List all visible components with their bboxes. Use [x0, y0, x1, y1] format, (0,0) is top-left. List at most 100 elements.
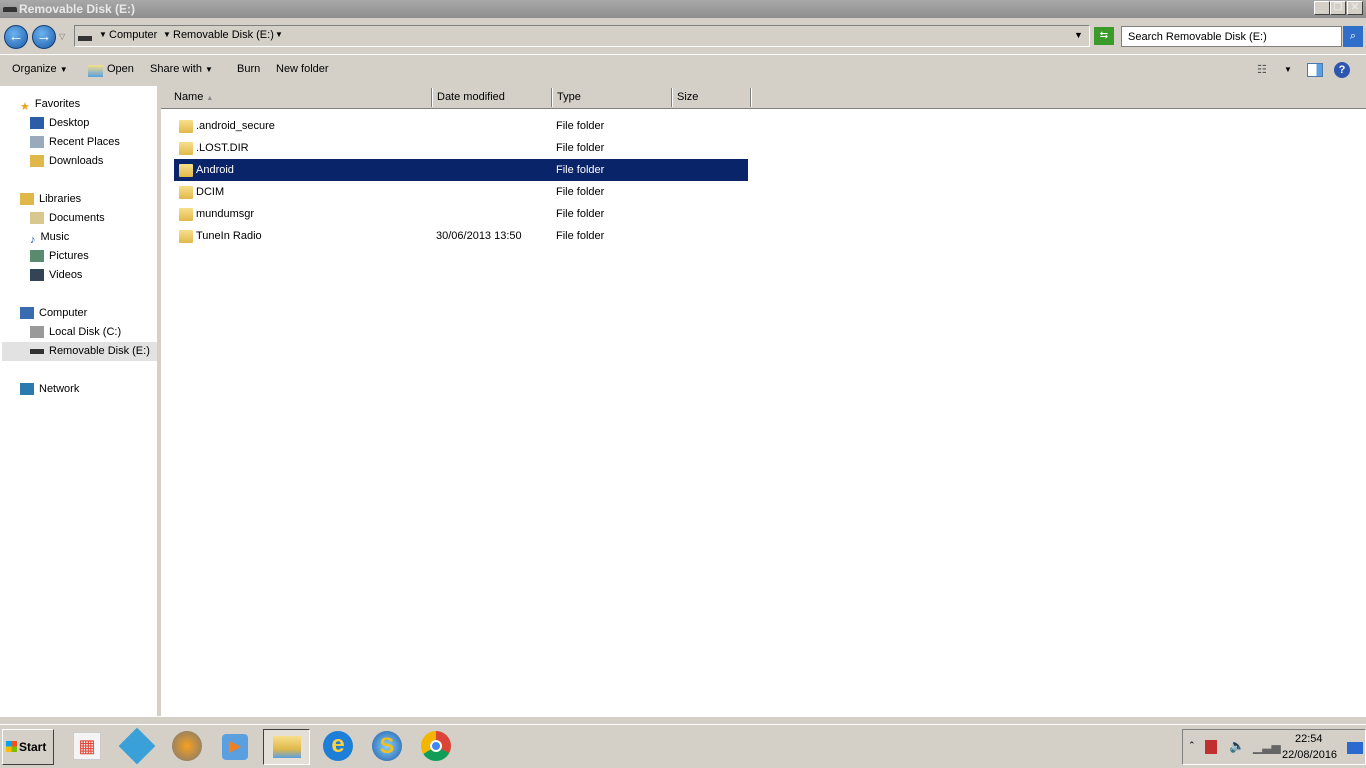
search-icon[interactable]: ⌕ [1343, 26, 1363, 47]
history-dropdown[interactable]: ▽ [59, 32, 65, 41]
refresh-button[interactable]: ⇆ [1094, 27, 1114, 45]
share-with-button[interactable]: Share with ▼ [150, 63, 213, 75]
forward-button[interactable]: → [32, 25, 56, 49]
nav-network[interactable]: Network [20, 380, 79, 399]
nav-removable-disk[interactable]: Removable Disk (E:) [2, 342, 157, 361]
minimize-button[interactable]: _ [1314, 1, 1330, 15]
nav-label: Desktop [49, 117, 90, 129]
documents-icon [30, 212, 44, 225]
file-type: File folder [556, 230, 605, 242]
drive-icon [78, 36, 92, 41]
breadcrumb-computer[interactable]: Computer [109, 29, 157, 41]
nav-label: Network [39, 383, 80, 395]
file-name: .android_secure [196, 120, 275, 132]
network-signal-icon[interactable]: ▁▃▅ [1253, 740, 1281, 754]
file-explorer-taskbar-button[interactable] [263, 729, 310, 765]
start-button[interactable]: Start [2, 729, 54, 765]
file-row[interactable]: .LOST.DIR File folder [174, 137, 748, 159]
view-details-icon[interactable]: ☷ [1257, 63, 1267, 76]
back-button[interactable]: ← [4, 25, 28, 49]
nav-local-disk[interactable]: Local Disk (C:) [30, 323, 121, 342]
file-row[interactable]: DCIM File folder [174, 181, 748, 203]
column-label: Name [174, 91, 204, 103]
desktop-icon [30, 117, 44, 130]
music-icon: ♪ [30, 234, 36, 247]
help-icon[interactable]: ? [1334, 62, 1350, 78]
nav-desktop[interactable]: Desktop [30, 114, 89, 133]
nav-label: Libraries [39, 193, 82, 205]
show-desktop-icon[interactable] [1347, 742, 1363, 754]
status-strip [0, 716, 1366, 724]
volume-icon[interactable]: 🔈 [1229, 738, 1245, 754]
show-hidden-icons[interactable]: ⌃ [1188, 740, 1196, 751]
nav-recent-places[interactable]: Recent Places [30, 133, 120, 152]
view-dropdown-icon[interactable]: ▼ [1284, 65, 1292, 74]
nav-computer[interactable]: Computer [20, 304, 87, 323]
start-label: Start [19, 740, 47, 754]
open-folder-icon [88, 65, 103, 77]
file-row[interactable]: .android_secure File folder [174, 115, 748, 137]
organize-button[interactable]: Organize ▼ [12, 63, 68, 75]
pane-splitter[interactable] [157, 86, 161, 716]
chevron-icon: ▼ [99, 30, 107, 39]
file-name: .LOST.DIR [196, 142, 249, 154]
nav-videos[interactable]: Videos [30, 266, 82, 285]
open-button[interactable]: Open [107, 63, 134, 75]
burner-icon[interactable] [172, 731, 202, 761]
clock-time[interactable]: 22:54 [1295, 733, 1323, 745]
chrome-icon[interactable] [421, 731, 451, 761]
clock-date[interactable]: 22/08/2016 [1282, 749, 1337, 761]
title-bar: Removable Disk (E:) _ ❐ ✕ [0, 0, 1366, 18]
restore-button[interactable]: ❐ [1330, 1, 1346, 15]
nav-label: Local Disk (C:) [49, 326, 122, 338]
folder-icon [273, 736, 301, 758]
chevron-down-icon[interactable]: ▼ [275, 30, 283, 39]
nav-favorites[interactable]: ★ Favorites [20, 95, 80, 114]
file-type: File folder [556, 186, 605, 198]
file-row[interactable]: TuneIn Radio 30/06/2013 13:50 File folde… [174, 225, 748, 247]
address-bar[interactable]: ▼ Computer ▼ Removable Disk (E:) ▼ ▼ [74, 25, 1090, 47]
new-folder-button[interactable]: New folder [276, 63, 329, 75]
close-button[interactable]: ✕ [1347, 1, 1363, 15]
s-app-icon[interactable]: S [372, 731, 402, 761]
organize-label: Organize [12, 63, 57, 75]
media-player-icon[interactable]: ▶ [222, 734, 248, 760]
nav-pictures[interactable]: Pictures [30, 247, 89, 266]
column-size[interactable]: Size [672, 88, 751, 107]
file-name: mundumsgr [196, 208, 255, 220]
window-title: Removable Disk (E:) [19, 2, 136, 16]
column-type[interactable]: Type [552, 88, 672, 107]
preview-pane-icon[interactable] [1307, 63, 1323, 77]
nav-libraries[interactable]: Libraries [20, 190, 81, 209]
folder-icon [179, 208, 193, 221]
burn-button[interactable]: Burn [237, 63, 260, 75]
file-name: Android [196, 164, 234, 176]
column-date-modified[interactable]: Date modified [432, 88, 552, 107]
search-input[interactable]: Search Removable Disk (E:) [1121, 26, 1342, 47]
local-disk-icon [30, 326, 44, 339]
folder-icon [179, 120, 193, 133]
nav-downloads[interactable]: Downloads [30, 152, 103, 171]
star-icon: ★ [20, 101, 30, 114]
nav-label: Music [40, 231, 70, 243]
breadcrumb-removable[interactable]: Removable Disk (E:) [173, 29, 274, 41]
libraries-icon [20, 193, 34, 206]
nav-documents[interactable]: Documents [30, 209, 105, 228]
file-type: File folder [556, 164, 605, 176]
nav-label: Recent Places [49, 136, 120, 148]
network-icon [20, 383, 34, 396]
power-icon[interactable] [1205, 740, 1217, 754]
apps-grid-icon[interactable]: ▦ [73, 732, 101, 760]
kodi-icon[interactable] [118, 727, 156, 765]
internet-explorer-icon[interactable]: e [323, 731, 353, 761]
address-dropdown-icon[interactable]: ▼ [1074, 30, 1083, 40]
nav-music[interactable]: ♪ Music [30, 228, 69, 247]
file-row[interactable]: mundumsgr File folder [174, 203, 748, 225]
folder-icon [179, 164, 193, 177]
nav-label: Downloads [49, 155, 104, 167]
file-row[interactable]: Android File folder [174, 159, 748, 181]
pictures-icon [30, 250, 44, 263]
drive-icon [30, 348, 44, 354]
nav-label: Favorites [34, 98, 81, 110]
column-name[interactable]: Name ▲ [169, 88, 432, 107]
